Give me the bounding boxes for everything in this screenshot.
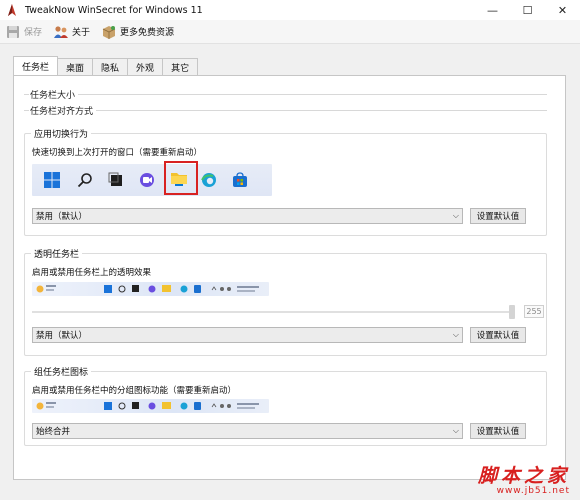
tab-taskbar[interactable]: 任务栏	[13, 56, 59, 75]
group-title: 应用切换行为	[31, 127, 92, 140]
transparency-group: 透明任务栏 启用或禁用任务栏上的透明效果 255 禁用（默认） ⌵ 设置默认值	[24, 247, 547, 356]
save-button[interactable]: 保存	[5, 22, 42, 42]
group-description: 启用或禁用任务栏中的分组图标功能（需要重新启动）	[32, 386, 237, 396]
chevron-down-icon: ⌵	[452, 426, 459, 435]
toolbar: 保存 关于 更多免费资源	[0, 20, 580, 44]
tab-panel: 任务栏大小 任务栏对齐方式 应用切换行为 快速切换到上次打开的窗口（需要重新启动…	[13, 75, 566, 480]
chevron-down-icon: ⌵	[452, 330, 459, 339]
taskbar-preview	[32, 399, 269, 413]
watermark-main: 脚本之家	[477, 465, 570, 487]
transparency-slider-thumb[interactable]	[509, 305, 515, 319]
app-switch-select[interactable]: 禁用（默认） ⌵	[32, 208, 463, 224]
close-button[interactable]: ✕	[545, 0, 580, 20]
group-label: 任务栏对齐方式	[29, 104, 97, 117]
windows-start-icon	[44, 172, 60, 188]
transparency-reset-button[interactable]: 设置默认值	[470, 327, 526, 343]
tab-appearance[interactable]: 外观	[127, 58, 164, 75]
group-title: 组任务栏图标	[31, 365, 92, 378]
selected-value: 始终合并	[36, 427, 71, 437]
task-view-icon	[108, 172, 124, 188]
chevron-down-icon: ⌵	[452, 211, 459, 220]
icon-grouping-group: 组任务栏图标 启用或禁用任务栏中的分组图标功能（需要重新启动） 始终合并 ⌵ 设…	[24, 365, 547, 446]
group-label: 任务栏大小	[29, 88, 79, 101]
mini-taskbar-icons	[36, 285, 259, 293]
group-description: 启用或禁用任务栏上的透明效果	[32, 268, 152, 278]
chat-icon	[139, 172, 155, 188]
transparency-value[interactable]: 255	[524, 305, 544, 318]
tab-privacy[interactable]: 隐私	[92, 58, 129, 75]
edge-browser-icon	[201, 172, 217, 188]
tab-desktop[interactable]: 桌面	[57, 58, 94, 75]
more-resources-button[interactable]: 更多免费资源	[101, 22, 174, 42]
app-switch-reset-button[interactable]: 设置默认值	[470, 208, 526, 224]
tab-bar: 任务栏 桌面 隐私 外观 其它	[13, 56, 199, 75]
save-label: 保存	[24, 28, 43, 38]
selected-value: 禁用（默认）	[36, 212, 88, 222]
group-description: 快速切换到上次打开的窗口（需要重新启动）	[32, 148, 203, 158]
transparency-select[interactable]: 禁用（默认） ⌵	[32, 327, 463, 343]
window-title: TweakNow WinSecret for Windows 11	[25, 4, 203, 16]
group-title: 透明任务栏	[31, 247, 83, 260]
tab-other[interactable]: 其它	[162, 58, 199, 75]
package-icon	[102, 25, 116, 39]
save-icon	[7, 25, 19, 38]
about-button[interactable]: 关于	[53, 22, 90, 42]
app-logo-icon	[8, 4, 16, 16]
store-icon	[232, 172, 248, 188]
collapsed-group-taskbar-size[interactable]: 任务栏大小	[24, 88, 547, 101]
collapsed-group-taskbar-alignment[interactable]: 任务栏对齐方式	[24, 104, 547, 117]
minimize-button[interactable]: —	[475, 0, 510, 20]
selected-value: 禁用（默认）	[36, 331, 88, 341]
user-group-icon	[54, 25, 69, 38]
app-switch-group: 应用切换行为 快速切换到上次打开的窗口（需要重新启动） 禁用（默认） ⌵ 设置默…	[24, 127, 547, 236]
search-icon	[77, 172, 93, 188]
maximize-button[interactable]: ☐	[510, 0, 545, 20]
transparency-slider-track[interactable]	[32, 311, 515, 313]
about-label: 关于	[72, 28, 91, 38]
site-watermark: 脚本之家 www.jb51.net	[478, 461, 570, 496]
taskbar-preview	[32, 161, 272, 196]
mini-taskbar-icons	[36, 402, 259, 410]
taskbar-preview	[32, 282, 269, 296]
title-bar: TweakNow WinSecret for Windows 11 — ☐ ✕	[0, 0, 580, 20]
icon-grouping-reset-button[interactable]: 设置默认值	[470, 423, 526, 439]
icon-grouping-select[interactable]: 始终合并 ⌵	[32, 423, 463, 439]
highlight-box	[164, 161, 198, 195]
more-resources-label: 更多免费资源	[120, 28, 175, 38]
